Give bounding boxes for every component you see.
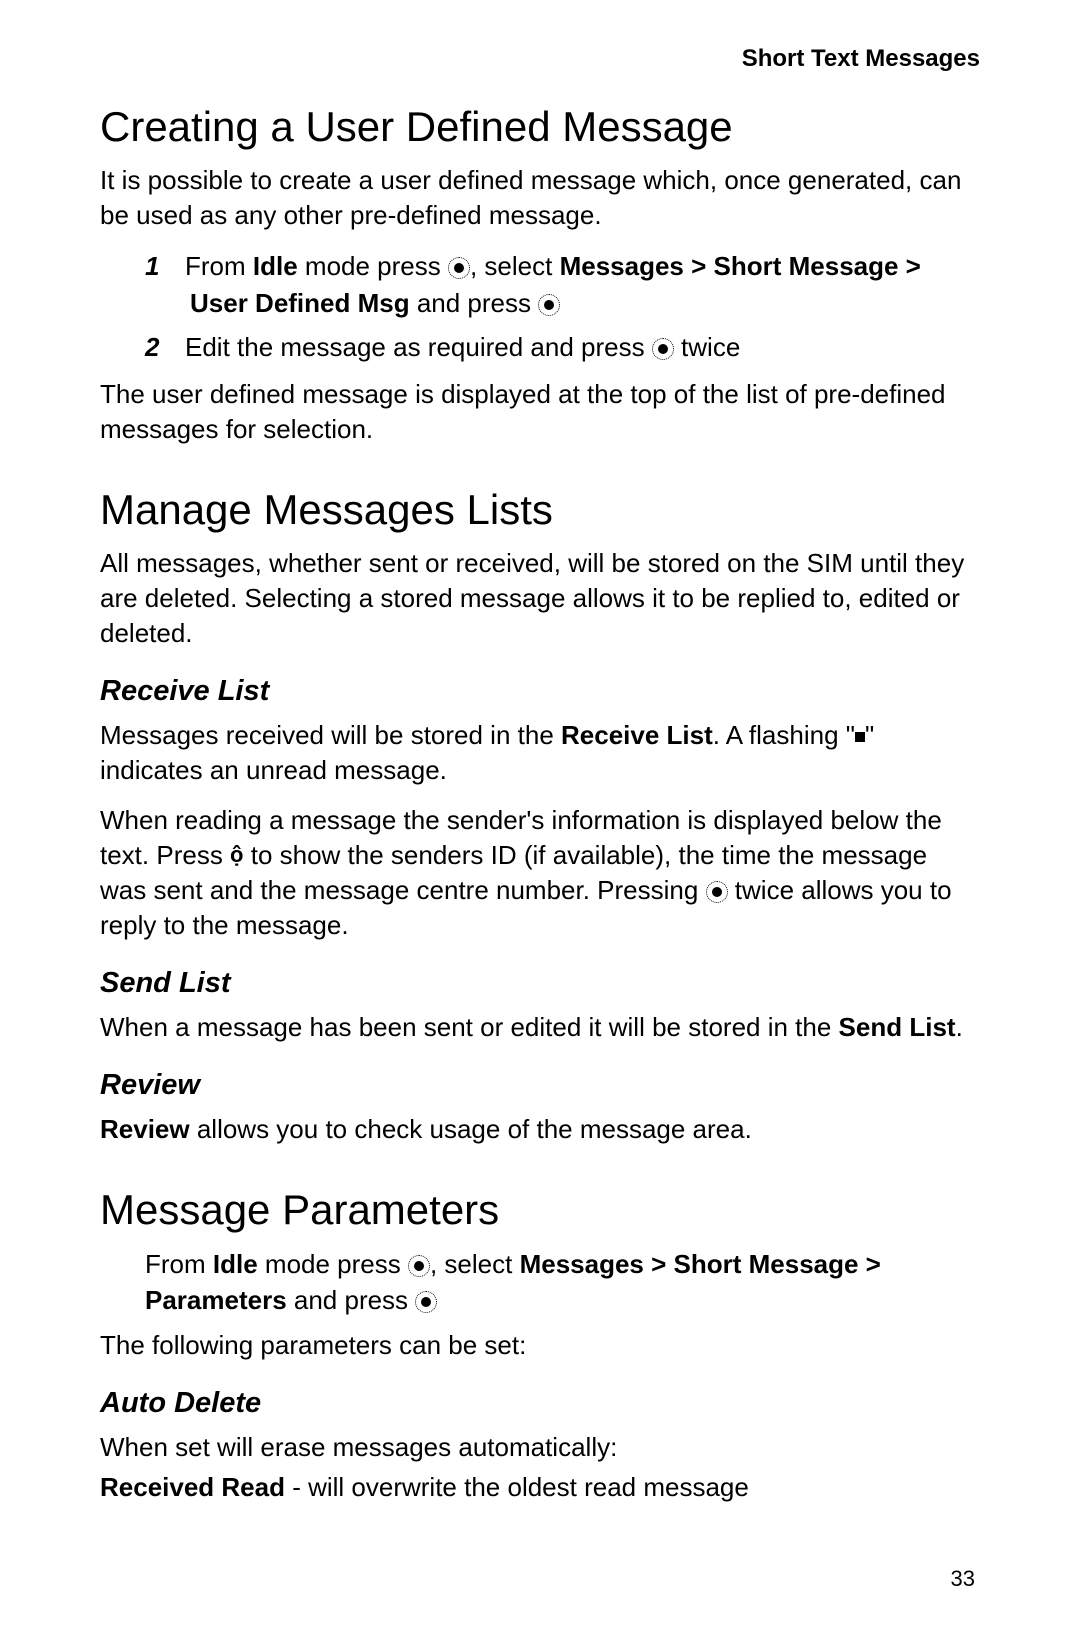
step-1: 1From Idle mode press , select Messages … — [145, 248, 980, 321]
nav-key-icon — [415, 1291, 437, 1313]
section-header: Short Text Messages — [100, 45, 980, 73]
subhead-receive-list: Receive List — [100, 675, 980, 708]
auto-delete-p2: Received Read - will overwrite the oldes… — [100, 1470, 980, 1505]
receive-list-p2: When reading a message the sender's info… — [100, 803, 980, 943]
up-key-icon: ộ — [230, 844, 243, 866]
nav-key-icon — [706, 881, 728, 903]
heading-message-params: Message Parameters — [100, 1186, 980, 1234]
nav-key-icon — [448, 257, 470, 279]
nav-key-icon — [652, 338, 674, 360]
params-after: The following parameters can be set: — [100, 1328, 980, 1363]
nav-key-icon — [538, 294, 560, 316]
subhead-auto-delete: Auto Delete — [100, 1387, 980, 1420]
send-list-p: When a message has been sent or edited i… — [100, 1010, 980, 1045]
step-2: 2Edit the message as required and press … — [145, 329, 980, 365]
params-step: From Idle mode press , select Messages >… — [145, 1246, 980, 1319]
message-indicator-icon — [855, 732, 865, 742]
review-p: Review allows you to check usage of the … — [100, 1112, 980, 1147]
heading-manage-lists: Manage Messages Lists — [100, 486, 980, 534]
heading-create-user-msg: Creating a User Defined Message — [100, 103, 980, 151]
auto-delete-p1: When set will erase messages automatical… — [100, 1430, 980, 1465]
manage-intro: All messages, whether sent or received, … — [100, 546, 980, 651]
receive-list-p1: Messages received will be stored in the … — [100, 718, 980, 788]
nav-key-icon — [408, 1255, 430, 1277]
after-steps-para: The user defined message is displayed at… — [100, 377, 980, 447]
page-number: 33 — [951, 1566, 975, 1592]
intro-para: It is possible to create a user defined … — [100, 163, 980, 233]
subhead-send-list: Send List — [100, 967, 980, 1000]
subhead-review: Review — [100, 1069, 980, 1102]
